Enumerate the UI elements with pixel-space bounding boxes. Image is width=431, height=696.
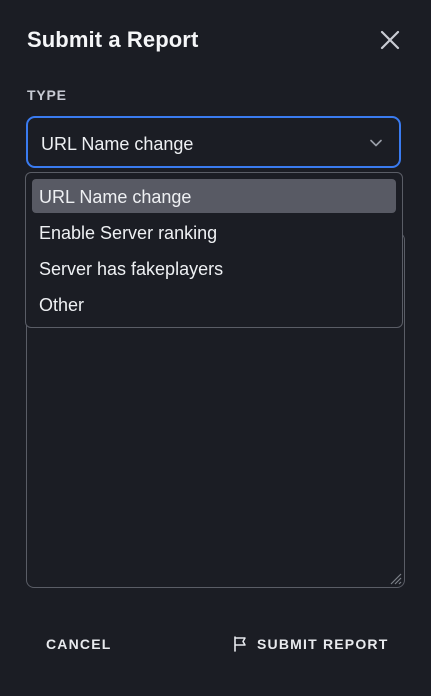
dropdown-option-label: Enable Server ranking [39, 223, 218, 243]
close-icon [380, 30, 400, 50]
type-select[interactable]: URL Name change [26, 116, 401, 168]
dropdown-option-label: URL Name change [39, 187, 192, 207]
resize-grip-icon[interactable] [388, 571, 402, 585]
dropdown-option-url-name-change[interactable]: URL Name change [32, 179, 396, 213]
dropdown-option-other[interactable]: Other [32, 287, 396, 321]
dropdown-option-label: Server has fakeplayers [39, 259, 224, 279]
close-button[interactable] [376, 26, 404, 54]
submit-report-button-label: SUBMIT REPORT [257, 636, 389, 652]
type-label: TYPE [27, 87, 67, 103]
report-dialog: Submit a Report TYPE URL Name change URL… [0, 0, 431, 696]
type-select-value: URL Name change [41, 134, 194, 154]
cancel-button[interactable]: CANCEL [46, 636, 112, 652]
submit-report-button[interactable]: SUBMIT REPORT [233, 636, 389, 652]
flag-icon [234, 636, 246, 652]
type-dropdown-menu: URL Name change Enable Server ranking Se… [25, 172, 403, 328]
dialog-title: Submit a Report [27, 27, 199, 52]
dropdown-option-enable-server-ranking[interactable]: Enable Server ranking [32, 215, 396, 249]
dropdown-option-label: Other [39, 295, 85, 315]
cancel-button-label: CANCEL [46, 636, 112, 652]
dropdown-option-server-has-fakeplayers[interactable]: Server has fakeplayers [32, 251, 396, 285]
chevron-down-icon [370, 139, 382, 147]
